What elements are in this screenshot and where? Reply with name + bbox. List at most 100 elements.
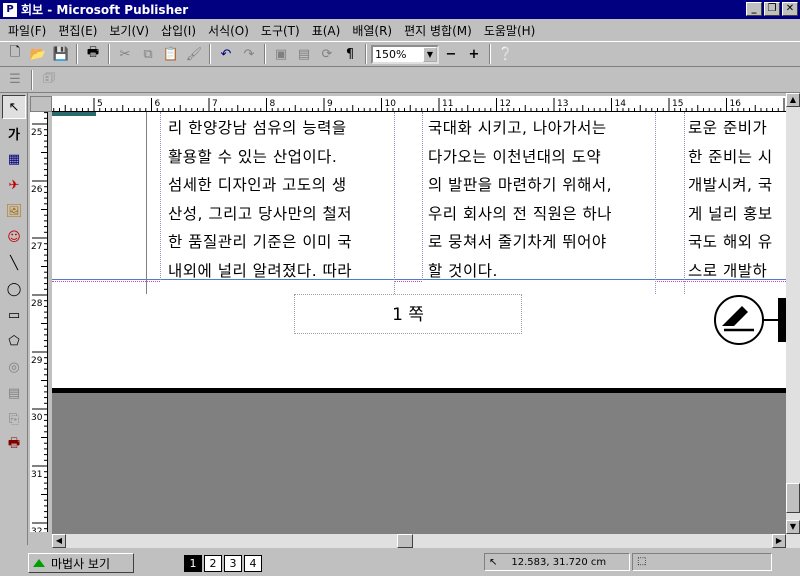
page-number-frame[interactable]: 1 쪽: [294, 294, 522, 334]
frame-edge-marker: [52, 112, 96, 116]
form-tool-icon[interactable]: ⎘: [2, 407, 26, 431]
scroll-right-icon[interactable]: ▶: [772, 534, 786, 548]
menu-format[interactable]: 서식(O): [202, 22, 255, 39]
text-column-1[interactable]: 리 한양강남 섬유의 능력을 활용할 수 있는 산업이다. 섬세한 디자인과 고…: [168, 114, 352, 285]
page-button-4[interactable]: 4: [244, 554, 262, 572]
column-guide: [655, 112, 656, 294]
ruler-label: 26: [31, 185, 43, 195]
publisher-app-icon[interactable]: P: [3, 2, 17, 17]
text-column-2[interactable]: 국대화 시키고, 나아가서는 다가오는 이천년대의 도약 의 발판을 마련하기 …: [428, 114, 612, 285]
page-navigator: 1 2 3 4: [184, 554, 264, 572]
page-button-3[interactable]: 3: [224, 554, 242, 572]
menu-table[interactable]: 표(A): [306, 22, 347, 39]
rotate-icon[interactable]: ⟳: [316, 43, 338, 65]
cursor-position-readout: ↖ 12.583, 31.720 cm: [484, 553, 630, 571]
ole-object-tool-icon[interactable]: ◎: [2, 355, 26, 379]
copy-icon[interactable]: ⧉: [137, 43, 159, 65]
vertical-scrollbar[interactable]: ▲ ▼: [786, 93, 800, 548]
menu-file[interactable]: 파일(F): [2, 22, 52, 39]
ruler-label: 8: [270, 99, 276, 109]
zoom-in-icon[interactable]: +: [463, 43, 485, 65]
menu-arrange[interactable]: 배열(R): [346, 22, 398, 39]
ruler-label: 27: [31, 242, 42, 252]
custom-shapes-tool-icon[interactable]: ⬠: [2, 329, 26, 353]
zoom-value: 150%: [375, 47, 407, 61]
page-button-2[interactable]: 2: [204, 554, 222, 572]
restore-icon[interactable]: ❐: [764, 2, 780, 16]
ruler-label: 11: [442, 99, 453, 109]
help-icon[interactable]: ❔: [495, 43, 517, 65]
vertical-scroll-thumb[interactable]: [786, 483, 800, 513]
design-gallery-tool-icon[interactable]: ▤: [2, 381, 26, 405]
properties-icon[interactable]: 🗊: [38, 69, 60, 91]
column-guide: [160, 112, 161, 294]
send-to-back-icon[interactable]: ▤: [293, 43, 315, 65]
vertical-ruler[interactable]: 25 26 27 28 29 30 31 32: [30, 112, 48, 532]
rectangle-tool-icon[interactable]: ▭: [2, 303, 26, 327]
print-icon[interactable]: 🖶: [82, 43, 104, 65]
text-line: 섬세한 디자인과 고도의 생: [168, 176, 347, 194]
redo-icon[interactable]: ↷: [238, 43, 260, 65]
toolbar-separator: [31, 69, 33, 90]
horizontal-scroll-thumb[interactable]: [397, 534, 413, 548]
paste-icon[interactable]: 📋: [160, 43, 182, 65]
ruler-label: 32: [31, 527, 42, 532]
column-guide: [422, 112, 423, 294]
text-frame-tool-icon[interactable]: 가: [2, 121, 26, 145]
text-line: 의 발판을 마련하기 위해서,: [428, 176, 613, 194]
menu-edit[interactable]: 편집(E): [52, 22, 103, 39]
menu-insert[interactable]: 삽입(I): [155, 22, 202, 39]
align-icon[interactable]: ☰: [4, 69, 26, 91]
cut-icon[interactable]: ✂: [114, 43, 136, 65]
scroll-left-icon[interactable]: ◀: [52, 534, 66, 548]
open-icon[interactable]: 📂: [27, 43, 49, 65]
menu-help[interactable]: 도움말(H): [478, 22, 542, 39]
close-icon[interactable]: ✕: [782, 2, 798, 16]
oval-tool-icon[interactable]: ◯: [2, 277, 26, 301]
ruler-label: 30: [31, 413, 43, 423]
ruler-label: 5: [97, 99, 103, 109]
format-painter-icon[interactable]: 🖌: [183, 43, 205, 65]
table-frame-tool-icon[interactable]: ▦: [2, 147, 26, 171]
menu-tools[interactable]: 도구(T): [255, 22, 306, 39]
ruler-label: 16: [730, 99, 742, 109]
ruler-label: 9: [327, 99, 333, 109]
hotspot-tool-icon[interactable]: 🖶: [2, 433, 26, 457]
bring-to-front-icon[interactable]: ▣: [270, 43, 292, 65]
scroll-down-icon[interactable]: ▼: [786, 520, 800, 534]
line-tool-icon[interactable]: ╲: [2, 251, 26, 275]
zoom-out-icon[interactable]: −: [440, 43, 462, 65]
text-column-3[interactable]: 로운 준비가 한 준비는 시 개발시켜, 국 게 널리 홍보 국도 해외 유 스…: [688, 114, 773, 285]
object-size-icon: ⬚: [637, 556, 647, 567]
menu-view[interactable]: 보기(V): [103, 22, 155, 39]
text-line: 산성, 그리고 당사만의 철저: [168, 204, 353, 223]
ruler-label: 15: [672, 99, 683, 109]
undo-icon[interactable]: ↶: [215, 43, 237, 65]
pointer-tool-icon[interactable]: ↖: [2, 95, 26, 119]
publication-page[interactable]: 리 한양강남 섬유의 능력을 활용할 수 있는 산업이다. 섬세한 디자인과 고…: [52, 112, 786, 388]
toolbar-separator: [76, 44, 78, 64]
ruler-corner[interactable]: [30, 96, 52, 112]
text-line: 리 한양강남 섬유의 능력을: [168, 119, 347, 137]
menu-mail-merge[interactable]: 편지 병합(M): [398, 22, 478, 39]
picture-frame-tool-icon[interactable]: 🖼: [2, 199, 26, 223]
horizontal-ruler[interactable]: 5 6 7 8 9 10 11 12 13 14 15 16: [52, 96, 786, 112]
show-wizard-button[interactable]: 마법사 보기: [28, 553, 134, 573]
text-line: 내외에 널리 알려졌다. 따라: [168, 261, 353, 280]
wizard-label: 마법사 보기: [51, 556, 111, 571]
publication-workspace[interactable]: 리 한양강남 섬유의 능력을 활용할 수 있는 산업이다. 섬세한 디자인과 고…: [52, 112, 786, 534]
horizontal-scrollbar[interactable]: ◀ ▶: [52, 534, 786, 548]
minimize-icon[interactable]: _: [746, 2, 762, 16]
wordart-tool-icon[interactable]: ✈: [2, 173, 26, 197]
save-icon[interactable]: 💾: [50, 43, 72, 65]
zoom-select[interactable]: 150% ▼: [371, 44, 439, 64]
new-icon[interactable]: 🗋: [4, 43, 26, 65]
chevron-down-icon[interactable]: ▼: [423, 46, 437, 62]
clipart-tool-icon[interactable]: ☺: [2, 225, 26, 249]
ruler-label: 14: [615, 99, 627, 109]
scroll-up-icon[interactable]: ▲: [786, 93, 800, 107]
show-special-chars-icon[interactable]: ¶: [339, 43, 361, 65]
text-line: 로 뭉쳐서 줄기차게 뛰어야: [428, 233, 607, 251]
page-button-1[interactable]: 1: [184, 554, 202, 572]
toolbar-separator: [489, 44, 491, 64]
